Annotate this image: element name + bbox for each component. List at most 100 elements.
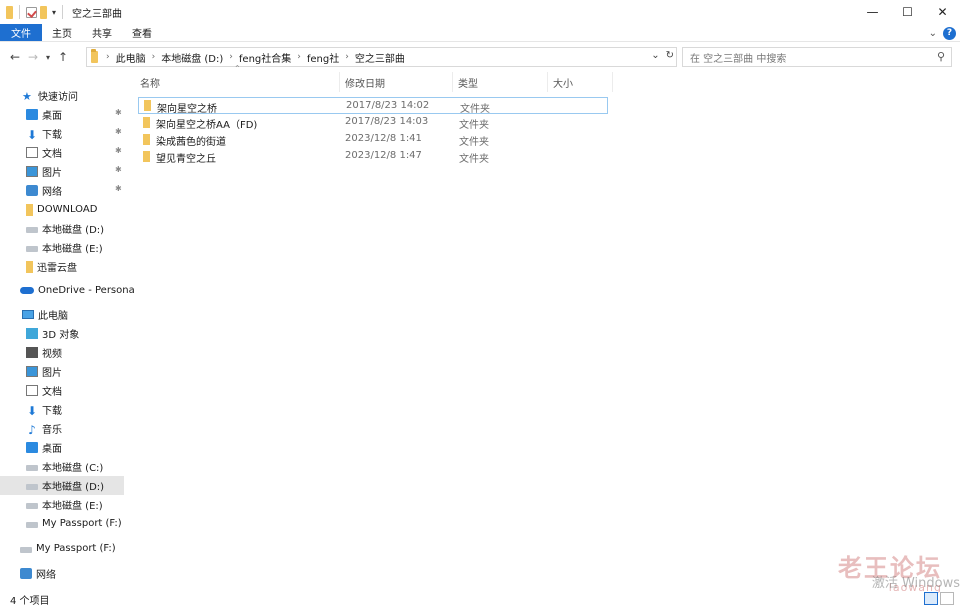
search-input[interactable]: 在 空之三部曲 中搜索 ⚲ [682,47,952,67]
properties-icon[interactable] [26,6,37,18]
sidebar-item-drive-e[interactable]: 本地磁盘 (E:) [26,495,151,514]
sidebar-item-label: 图片 [42,168,62,179]
folder-icon [26,203,33,216]
search-icon[interactable]: ⚲ [937,50,945,63]
refresh-icon[interactable]: ↻ [666,50,674,61]
help-icon[interactable]: ? [943,26,956,40]
sidebar-item-downloads[interactable]: ⬇ 下载 ✱ [26,124,151,143]
breadcrumb-this-pc[interactable]: 此电脑 [116,50,146,65]
sidebar-item-desktop[interactable]: 桌面 ✱ [26,105,151,124]
sidebar-item-3d-objects[interactable]: 3D 对象 [26,324,151,343]
sidebar-item-drive-c[interactable]: 本地磁盘 (C:) [26,457,151,476]
folder-icon [143,117,150,128]
breadcrumb-feng-collection[interactable]: feng社合集 [239,50,291,65]
column-divider[interactable] [547,72,548,92]
window-title: 空之三部曲 [72,8,123,20]
new-folder-icon[interactable] [40,5,47,19]
desktop-icon [26,442,38,453]
breadcrumb: › 此电脑 › 本地磁盘 (D:) › feng社合集 › feng社 › 空之… [91,49,405,65]
navigation-pane: ★ 快速访问 桌面 ✱ ⬇ 下载 ✱ 文档 ✱ 图片 ✱ 网络 ✱ DOWNLO… [0,80,135,590]
sidebar-item-pc-desktop[interactable]: 桌面 [26,438,151,457]
file-date: 2023/12/8 1:47 [345,150,422,161]
sidebar-item-quick-drive-e[interactable]: 本地磁盘 (E:) [26,238,151,257]
maximize-button[interactable]: ☐ [890,0,925,24]
column-header-size[interactable]: 大小 [553,72,573,92]
navigation-bar: ← → ▾ ↑ › 此电脑 › 本地磁盘 (D:) › feng社合集 › fe… [0,46,960,68]
drive-icon [20,547,32,553]
breadcrumb-drive-d[interactable]: 本地磁盘 (D:) [161,50,223,65]
cube-icon [26,328,38,339]
breadcrumb-feng[interactable]: feng社 [307,50,339,65]
forward-arrow-icon[interactable]: → [24,50,42,64]
back-arrow-icon[interactable]: ← [6,50,24,64]
download-arrow-icon: ⬇ [26,128,38,142]
sidebar-item-download-folder[interactable]: DOWNLOAD [26,200,151,219]
column-divider[interactable] [452,72,453,92]
separator [19,5,20,19]
sidebar-item-videos[interactable]: 视频 [26,343,151,362]
customize-quick-access-chevron-icon[interactable]: ▾ [52,8,56,17]
table-row[interactable]: 架向星空之桥AA（FD) 2017/8/23 14:03 文件夹 [138,114,608,131]
folder-icon [143,134,150,145]
breadcrumb-separator-icon[interactable]: › [297,52,301,62]
sidebar-item-onedrive[interactable]: OneDrive - Persona [20,281,145,300]
sidebar-item-network[interactable]: 网络 [20,564,145,583]
drive-icon [26,522,38,528]
sidebar-item-passport-pc[interactable]: My Passport (F:) [26,514,151,533]
file-name: 架向星空之桥 [157,104,217,115]
sidebar-item-label: 下载 [42,406,62,417]
recent-locations-chevron-icon[interactable]: ▾ [42,53,54,62]
sidebar-item-this-pc[interactable]: 此电脑 [22,305,147,324]
sidebar-item-pc-documents[interactable]: 文档 [26,381,151,400]
sidebar-item-label: 本地磁盘 (C:) [42,463,104,474]
drive-icon [26,484,38,490]
sidebar-item-quick-access[interactable]: ★ 快速访问 [22,86,147,105]
column-header-date[interactable]: 修改日期 [345,72,385,92]
sidebar-item-pc-pictures[interactable]: 图片 [26,362,151,381]
column-header-name[interactable]: 名称 [140,72,160,92]
sidebar-item-label: 本地磁盘 (D:) [42,225,105,236]
sidebar-item-pictures[interactable]: 图片 ✱ [26,162,151,181]
expand-ribbon-chevron-icon[interactable]: ⌄ [929,28,937,39]
tab-file[interactable]: 文件 [0,24,42,41]
large-icons-view-icon[interactable] [940,592,954,605]
tab-home[interactable]: 主页 [42,24,82,41]
address-bar[interactable]: › 此电脑 › 本地磁盘 (D:) › feng社合集 › feng社 › 空之… [86,47,677,67]
minimize-button[interactable]: — [855,0,890,24]
pin-icon: ✱ [115,127,122,136]
sidebar-item-pc-downloads[interactable]: ⬇ 下载 [26,400,151,419]
sidebar-item-label: 网络 [36,570,56,581]
separator [62,5,64,19]
sidebar-item-passport[interactable]: My Passport (F:) [20,539,145,558]
tab-share[interactable]: 共享 [82,24,122,41]
sidebar-item-label: 桌面 [42,444,62,455]
column-divider[interactable] [339,72,340,92]
sidebar-item-label: 文档 [42,387,62,398]
details-view-icon[interactable] [924,592,938,605]
sidebar-item-label: 网络 [42,187,62,198]
breadcrumb-separator-icon[interactable]: › [229,52,233,62]
sidebar-item-xunlei-cloud[interactable]: 迅雷云盘 [26,257,151,276]
breadcrumb-current-folder[interactable]: 空之三部曲 [355,50,405,65]
view-toggle [924,592,954,605]
up-arrow-icon[interactable]: ↑ [54,50,72,64]
sidebar-item-documents[interactable]: 文档 ✱ [26,143,151,162]
close-button[interactable]: ✕ [925,0,960,24]
sidebar-item-label: 图片 [42,368,62,379]
sidebar-item-quick-drive-d[interactable]: 本地磁盘 (D:) [26,219,151,238]
table-row[interactable]: 架向星空之桥 2017/8/23 14:02 文件夹 [138,97,608,115]
sidebar-item-drive-d[interactable]: 本地磁盘 (D:) [0,476,124,495]
tab-view[interactable]: 查看 [122,24,162,41]
sidebar-item-network-quick[interactable]: 网络 ✱ [26,181,151,200]
drive-icon [26,465,38,471]
breadcrumb-separator-icon[interactable]: › [345,52,349,62]
table-row[interactable]: 染成茜色的街道 2023/12/8 1:41 文件夹 [138,131,608,148]
column-header-type[interactable]: 类型 [458,72,478,92]
table-row[interactable]: 望见青空之丘 2023/12/8 1:47 文件夹 [138,148,608,165]
sidebar-item-music[interactable]: ♪ 音乐 [26,419,151,438]
column-divider[interactable] [612,72,613,92]
breadcrumb-separator-icon[interactable]: › [152,52,156,62]
breadcrumb-separator-icon[interactable]: › [106,52,110,62]
file-type: 文件夹 [460,104,490,115]
address-history-chevron-icon[interactable]: ⌄ [651,50,659,61]
